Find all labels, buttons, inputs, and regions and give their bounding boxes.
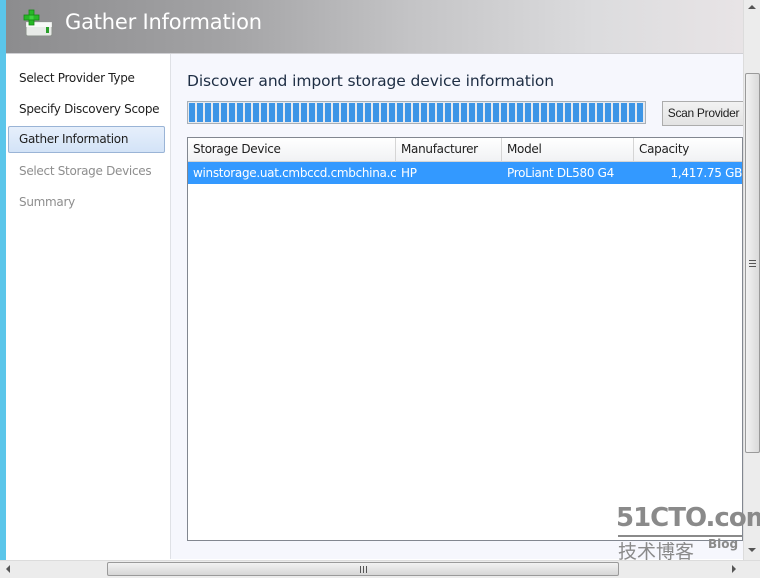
- progress-segment: [365, 103, 371, 122]
- progress-segment: [613, 103, 619, 122]
- grip-line: [749, 266, 756, 267]
- progress-segment: [405, 103, 411, 122]
- column-header-capacity[interactable]: Capacity: [634, 138, 742, 161]
- progress-segment: [269, 103, 275, 122]
- progress-segment: [549, 103, 555, 122]
- progress-segment: [461, 103, 467, 122]
- progress-segment: [565, 103, 571, 122]
- progress-segment: [357, 103, 363, 122]
- cell-capacity: 1,417.75 GB: [670, 166, 742, 180]
- progress-segment: [213, 103, 219, 122]
- grip-line: [749, 260, 756, 261]
- cell-storage-device: winstorage.uat.cmbccd.cmbchina.com: [193, 166, 396, 180]
- progress-segment: [381, 103, 387, 122]
- scroll-left-arrow-icon[interactable]: [6, 565, 10, 573]
- table-row[interactable]: winstorage.uat.cmbccd.cmbchina.com HP Pr…: [188, 162, 742, 184]
- scan-provider-button[interactable]: Scan Provider: [662, 101, 745, 126]
- progress-segment: [485, 103, 491, 122]
- progress-segment: [597, 103, 603, 122]
- discovery-progress-bar: [187, 101, 646, 124]
- progress-segment: [605, 103, 611, 122]
- progress-segment: [245, 103, 251, 122]
- progress-segment: [429, 103, 435, 122]
- progress-segment: [325, 103, 331, 122]
- step-gather-information[interactable]: Gather Information: [8, 126, 165, 153]
- progress-segment: [205, 103, 211, 122]
- add-storage-icon: [23, 9, 53, 37]
- column-header-manufacturer[interactable]: Manufacturer: [396, 138, 502, 161]
- scroll-up-arrow-icon[interactable]: [748, 5, 756, 9]
- grip-line: [749, 263, 756, 264]
- progress-segment: [541, 103, 547, 122]
- progress-segment: [389, 103, 395, 122]
- progress-segment: [341, 103, 347, 122]
- progress-segment: [637, 103, 643, 122]
- main-content: Discover and import storage device infor…: [171, 54, 745, 559]
- progress-segment: [301, 103, 307, 122]
- section-heading: Discover and import storage device infor…: [187, 72, 555, 90]
- progress-segment: [557, 103, 563, 122]
- progress-fill: [188, 102, 645, 123]
- cell-manufacturer: HP: [401, 166, 417, 180]
- progress-segment: [253, 103, 259, 122]
- progress-segment: [525, 103, 531, 122]
- progress-segment: [317, 103, 323, 122]
- progress-segment: [421, 103, 427, 122]
- progress-segment: [437, 103, 443, 122]
- progress-segment: [469, 103, 475, 122]
- progress-segment: [197, 103, 203, 122]
- progress-segment: [581, 103, 587, 122]
- column-header-storage-device[interactable]: Storage Device: [188, 138, 396, 161]
- progress-segment: [237, 103, 243, 122]
- table-header: Storage Device Manufacturer Model Capaci…: [188, 138, 742, 162]
- wizard-steps-nav: Select Provider Type Specify Discovery S…: [6, 54, 171, 559]
- progress-segment: [413, 103, 419, 122]
- cell-model: ProLiant DL580 G4: [507, 166, 615, 180]
- progress-segment: [589, 103, 595, 122]
- wizard-header: Gather Information: [6, 0, 743, 54]
- progress-segment: [285, 103, 291, 122]
- step-select-storage-devices: Select Storage Devices: [19, 164, 152, 178]
- vertical-scroll-thumb[interactable]: [745, 73, 760, 453]
- grip-line: [366, 566, 367, 573]
- progress-segment: [333, 103, 339, 122]
- progress-segment: [445, 103, 451, 122]
- progress-segment: [573, 103, 579, 122]
- horizontal-scroll-thumb[interactable]: [107, 562, 619, 576]
- grip-line: [363, 566, 364, 573]
- page-title: Gather Information: [65, 10, 262, 34]
- progress-segment: [509, 103, 515, 122]
- progress-segment: [621, 103, 627, 122]
- progress-segment: [221, 103, 227, 122]
- progress-segment: [397, 103, 403, 122]
- progress-segment: [229, 103, 235, 122]
- scroll-right-arrow-icon[interactable]: [732, 565, 736, 573]
- progress-segment: [293, 103, 299, 122]
- step-select-provider-type[interactable]: Select Provider Type: [8, 65, 165, 92]
- progress-segment: [453, 103, 459, 122]
- progress-segment: [493, 103, 499, 122]
- progress-segment: [477, 103, 483, 122]
- grip-line: [360, 566, 361, 573]
- progress-segment: [629, 103, 635, 122]
- storage-device-table: Storage Device Manufacturer Model Capaci…: [187, 137, 743, 541]
- horizontal-scrollbar[interactable]: [0, 560, 760, 578]
- step-summary: Summary: [19, 195, 75, 209]
- progress-segment: [501, 103, 507, 122]
- progress-segment: [189, 103, 195, 122]
- progress-segment: [349, 103, 355, 122]
- progress-segment: [309, 103, 315, 122]
- progress-segment: [277, 103, 283, 122]
- column-header-model[interactable]: Model: [502, 138, 634, 161]
- vertical-scrollbar[interactable]: [743, 0, 760, 560]
- scroll-down-arrow-icon[interactable]: [748, 548, 756, 552]
- progress-segment: [373, 103, 379, 122]
- step-specify-discovery-scope[interactable]: Specify Discovery Scope: [8, 96, 165, 123]
- progress-segment: [261, 103, 267, 122]
- progress-segment: [517, 103, 523, 122]
- progress-segment: [533, 103, 539, 122]
